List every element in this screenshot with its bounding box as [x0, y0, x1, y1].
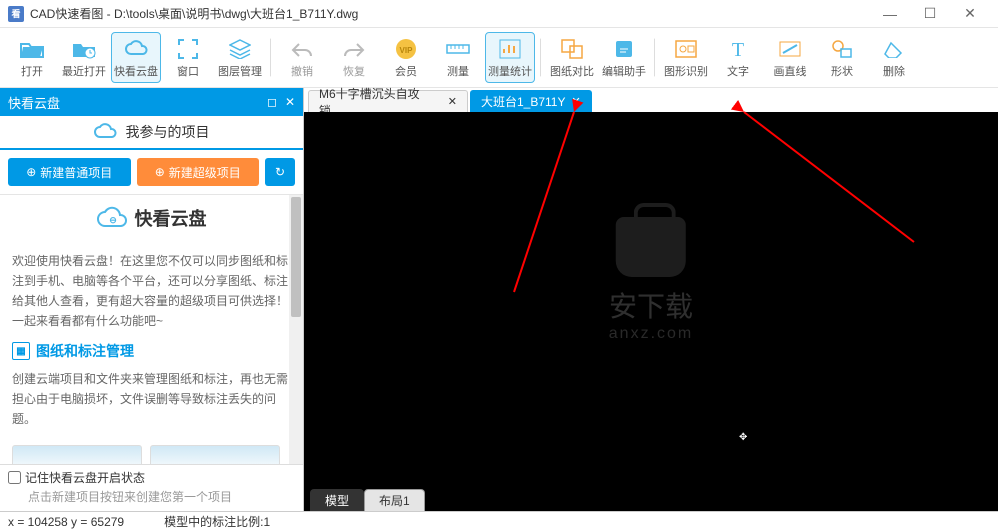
- document-icon: ▦: [12, 342, 30, 360]
- section-description: 创建云端项目和文件夹来管理图纸和标注，再也无需担心由于电脑损坏，文件误删等导致标…: [12, 369, 291, 429]
- toolbar: 打开 最近打开 快看云盘 窗口 图层管理 撤销 恢复 VIP 会员 测量 测量统…: [0, 28, 998, 88]
- new-normal-project-button[interactable]: ⊕新建普通项目: [8, 158, 131, 186]
- chart-icon: [498, 37, 522, 61]
- folder-open-icon: [20, 37, 44, 61]
- undo-icon: [290, 37, 314, 61]
- shape-recog-button[interactable]: 图形识别: [661, 32, 711, 83]
- app-icon: 看: [8, 6, 24, 22]
- checkbox-input[interactable]: [8, 471, 21, 484]
- layout-tab[interactable]: 布局1: [364, 489, 425, 511]
- eraser-icon: [882, 37, 906, 61]
- pin-icon[interactable]: ◻: [267, 95, 277, 109]
- promo-title: ⊖ 快看云盘: [97, 205, 207, 231]
- minimize-button[interactable]: —: [870, 0, 910, 28]
- lock-icon: [616, 217, 686, 277]
- sidebar: 快看云盘 ◻ ✕ 我参与的项目 ⊕新建普通项目 ⊕新建超级项目 ↻ ⊖ 快看云盘…: [0, 88, 304, 511]
- remember-state-checkbox[interactable]: 记住快看云盘开启状态: [8, 469, 295, 486]
- redo-icon: [342, 37, 366, 61]
- cloud-icon: [94, 123, 118, 141]
- svg-text:⊖: ⊖: [109, 215, 117, 225]
- cursor-icon: ✥: [739, 432, 747, 443]
- shapes-icon: [830, 37, 854, 61]
- layer-button[interactable]: 图层管理: [215, 32, 265, 83]
- title-text: CAD快速看图 - D:\tools\桌面\说明书\dwg\大班台1_B711Y…: [30, 5, 870, 22]
- vip-icon: VIP: [394, 37, 418, 61]
- shape-button[interactable]: 形状: [817, 32, 867, 83]
- model-tab[interactable]: 模型: [310, 489, 364, 511]
- file-tab-active[interactable]: 大班台1_B711Y✕: [470, 90, 592, 112]
- svg-text:T: T: [732, 39, 744, 59]
- cloud-icon: [124, 37, 148, 61]
- tab-close-icon[interactable]: ✕: [448, 95, 457, 108]
- coords-display: x = 104258 y = 65279: [8, 515, 124, 529]
- vip-button[interactable]: VIP 会员: [381, 32, 431, 83]
- edit-icon: [612, 37, 636, 61]
- maximize-button[interactable]: ☐: [910, 0, 950, 28]
- ruler-icon: [446, 37, 470, 61]
- new-super-project-button[interactable]: ⊕新建超级项目: [137, 158, 260, 186]
- refresh-icon: ↻: [275, 165, 285, 179]
- cloud-logo-icon: ⊖: [97, 206, 129, 230]
- redo-button[interactable]: 恢复: [329, 32, 379, 83]
- hint-text: 点击新建项目按钮来创建您第一个项目: [8, 486, 295, 507]
- recent-button[interactable]: 最近打开: [59, 32, 109, 83]
- star-icon: ⊕: [155, 165, 165, 179]
- watermark: 安下载 anxz.com: [609, 217, 693, 343]
- file-tab[interactable]: M6十字槽沉头自攻锁…✕: [308, 90, 468, 112]
- thumbnail-preview: [150, 445, 280, 464]
- measure-stat-button[interactable]: 测量统计: [485, 32, 535, 83]
- sidebar-tab-projects[interactable]: 我参与的项目: [0, 116, 303, 150]
- open-button[interactable]: 打开: [7, 32, 57, 83]
- scrollbar[interactable]: [289, 195, 303, 464]
- scale-display: 模型中的标注比例:1: [164, 513, 270, 530]
- line-icon: [778, 37, 802, 61]
- drawing-canvas[interactable]: 安下载 anxz.com ✥ 模型 布局1: [304, 112, 998, 511]
- edit-helper-button[interactable]: 编辑助手: [599, 32, 649, 83]
- compare-button[interactable]: 图纸对比: [547, 32, 597, 83]
- thumbnail-preview: [12, 445, 142, 464]
- sidebar-content: ⊖ 快看云盘 欢迎使用快看云盘！在这里您不仅可以同步图纸和标注到手机、电脑等各个…: [0, 194, 303, 464]
- sidebar-header: 快看云盘 ◻ ✕: [0, 88, 303, 116]
- sidebar-close-icon[interactable]: ✕: [285, 95, 295, 109]
- statusbar: x = 104258 y = 65279 模型中的标注比例:1: [0, 511, 998, 531]
- close-button[interactable]: ✕: [950, 0, 990, 28]
- fullscreen-icon: [176, 37, 200, 61]
- promo-description: 欢迎使用快看云盘！在这里您不仅可以同步图纸和标注到手机、电脑等各个平台，还可以分…: [12, 251, 291, 331]
- window-button[interactable]: 窗口: [163, 32, 213, 83]
- plus-icon: ⊕: [26, 165, 36, 179]
- undo-button[interactable]: 撤销: [277, 32, 327, 83]
- tab-close-icon[interactable]: ✕: [572, 95, 581, 108]
- compare-icon: [560, 37, 584, 61]
- delete-button[interactable]: 删除: [869, 32, 919, 83]
- canvas-area: M6十字槽沉头自攻锁…✕ 大班台1_B711Y✕ 安下载 anxz.com ✥ …: [304, 88, 998, 511]
- section-drawing-mgmt: ▦ 图纸和标注管理: [12, 341, 291, 361]
- clock-folder-icon: [72, 37, 96, 61]
- cloud-disk-button[interactable]: 快看云盘: [111, 32, 161, 83]
- recognize-icon: [674, 37, 698, 61]
- titlebar: 看 CAD快速看图 - D:\tools\桌面\说明书\dwg\大班台1_B71…: [0, 0, 998, 28]
- measure-button[interactable]: 测量: [433, 32, 483, 83]
- refresh-button[interactable]: ↻: [265, 158, 295, 186]
- layers-icon: [228, 37, 252, 61]
- file-tabs: M6十字槽沉头自攻锁…✕ 大班台1_B711Y✕: [304, 88, 998, 112]
- line-button[interactable]: 画直线: [765, 32, 815, 83]
- text-icon: T: [726, 37, 750, 61]
- svg-text:VIP: VIP: [400, 46, 414, 55]
- text-button[interactable]: T 文字: [713, 32, 763, 83]
